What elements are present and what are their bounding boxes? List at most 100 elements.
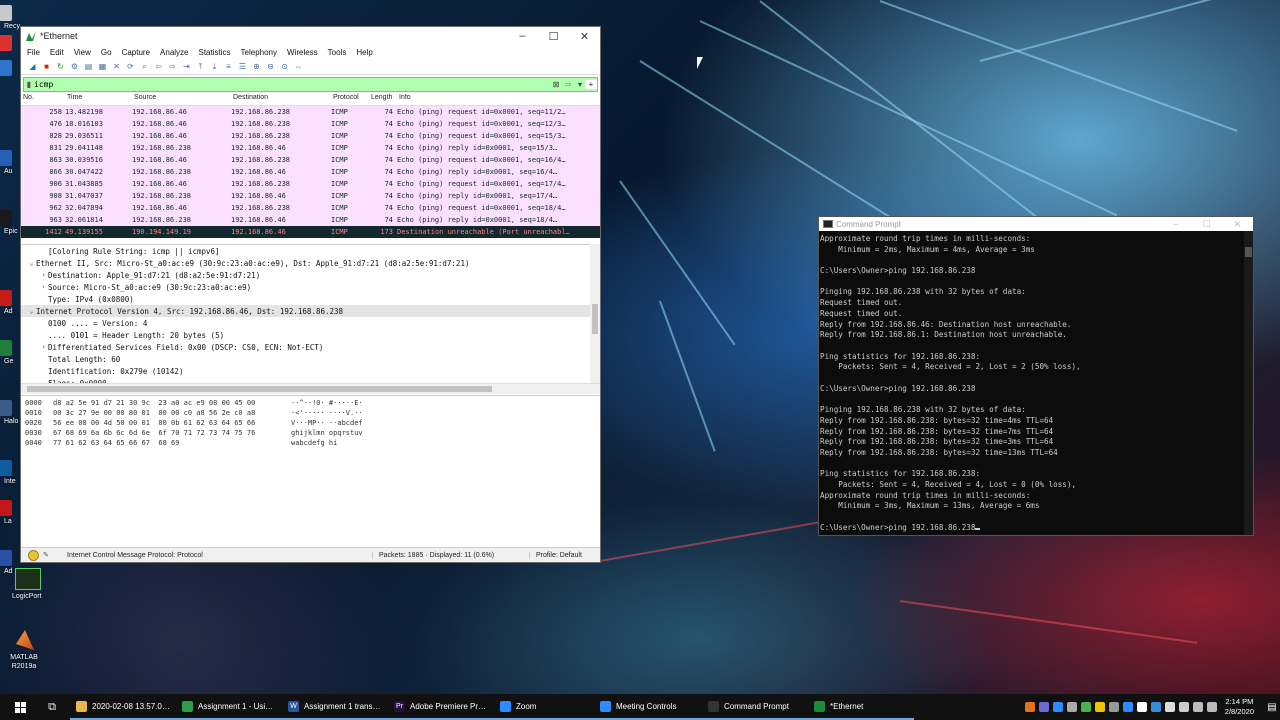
go-back-icon[interactable]: ⇦ [153,61,164,72]
menu-telephony[interactable]: Telephony [241,48,277,57]
col-time[interactable]: Time [67,94,134,105]
detail-tree-item[interactable]: › Differentiated Services Field: 0x00 (DS… [21,341,600,353]
clear-filter-icon[interactable]: ⊠ [551,80,561,89]
taskbar-app-button[interactable]: 2020-02-08 13.57.0… [70,694,176,720]
detail-tree-item[interactable]: Type: IPv4 (0x0800) [21,293,600,305]
detail-tree-item[interactable]: ⌄ Ethernet II, Src: Micro-St_a0:ac:e9 (30… [21,257,600,269]
colorize-icon[interactable]: ☰ [237,61,248,72]
collapsed-chevron-icon[interactable]: › [39,343,48,351]
tray-app-icon[interactable] [1108,702,1119,712]
hex-dump-line[interactable]: 0000 d8 a2 5e 91 d7 21 30 9c 23 a0 ac e9 … [21,399,600,409]
tray-app-icon[interactable] [1038,702,1049,712]
tray-app-icon[interactable] [1024,702,1035,712]
packet-row[interactable]: 476 18.016103 192.168.86.46 192.168.86.238 I… [21,118,600,130]
packet-row[interactable]: 831 29.041148 192.168.86.238 192.168.86.46 I… [21,142,600,154]
taskbar-app-button[interactable]: Assignment 1 - Usi… [176,694,282,720]
maximize-button[interactable]: ☐ [1191,219,1222,230]
packet-row-selected[interactable]: 1412 49.139155 190.194.149.19 192.168.86.46… [21,226,600,238]
detail-tree-item[interactable]: › Destination: Apple_91:d7:21 (d8:a2:5e:9… [21,269,600,281]
packet-row[interactable]: 828 29.036511 192.168.86.46 192.168.86.238 I… [21,130,600,142]
detail-tree-item[interactable]: [Coloring Rule String: icmp || icmpv6] [21,245,600,257]
cmd-output[interactable]: Approximate round trip times in milli-se… [819,231,1253,534]
packet-row[interactable]: 962 32.047894 192.168.86.46 192.168.86.238 I… [21,202,600,214]
tray-app-icon[interactable] [1122,702,1133,712]
taskbar-app-button[interactable]: Command Prompt [702,694,808,720]
wireshark-window[interactable]: *Ethernet – ☐ ✕ File Edit View Go Capture Ana… [20,26,601,563]
details-horizontal-scrollbar[interactable] [21,383,600,394]
first-packet-icon[interactable]: ⤒ [195,61,206,72]
network-icon[interactable] [1192,702,1203,712]
volume-icon[interactable] [1206,702,1217,712]
packet-row[interactable]: 963 32.061814 192.168.86.238 192.168.86.46 I… [21,214,600,226]
collapsed-chevron-icon[interactable]: › [39,271,48,279]
find-packet-icon[interactable]: ⌕ [139,61,150,72]
close-button[interactable]: ✕ [1222,219,1253,230]
stop-capture-icon[interactable]: ■ [41,61,52,72]
taskbar-app-button[interactable]: *Ethernet [808,694,914,720]
desktop-shortcut-icon[interactable] [0,5,12,21]
bookmark-icon[interactable]: ▮ [24,80,34,89]
taskbar-app-button[interactable]: W Assignment 1 trans… [282,694,388,720]
normal-size-icon[interactable]: ⊙ [279,61,290,72]
detail-tree-item[interactable]: Total Length: 60 [21,353,600,365]
minimize-button[interactable]: – [507,30,538,43]
open-file-icon[interactable]: ▤ [83,61,94,72]
matlab-desktop-icon[interactable]: MATLAB R2019a [8,630,42,680]
restart-capture-icon[interactable]: ↻ [55,61,66,72]
save-file-icon[interactable]: ▦ [97,61,108,72]
hex-dump-line[interactable]: 0030 67 68 69 6a 6b 6c 6d 6e 6f 70 71 72 … [21,429,600,439]
col-destination[interactable]: Destination [233,94,333,105]
col-info[interactable]: Info [399,94,600,105]
tray-app-icon[interactable] [1150,702,1161,712]
command-prompt-window[interactable]: Command Prompt – ☐ ✕ Approximate round t… [818,216,1254,536]
menu-help[interactable]: Help [356,48,372,57]
menu-go[interactable]: Go [101,48,112,57]
taskbar-app-button[interactable]: Meeting Controls [594,694,702,720]
go-forward-icon[interactable]: ⇨ [167,61,178,72]
capture-options-icon[interactable]: ⚙ [69,61,80,72]
close-button[interactable]: ✕ [569,30,600,43]
tray-app-icon[interactable] [1052,702,1063,712]
collapsed-chevron-icon[interactable]: › [39,283,48,291]
col-length[interactable]: Length [371,94,399,105]
desktop-shortcut-icon[interactable] [0,500,12,516]
minimize-button[interactable]: – [1160,219,1191,230]
task-view-button[interactable]: ⧉ [40,694,64,720]
desktop-shortcut-icon[interactable] [0,550,12,566]
packet-row[interactable]: 258 13.482198 192.168.86.46 192.168.86.238 I… [21,106,600,118]
menu-analyze[interactable]: Analyze [160,48,188,57]
display-filter-input[interactable]: icmp [34,80,551,89]
add-filter-button-icon[interactable]: + [585,80,597,89]
wireshark-titlebar[interactable]: *Ethernet – ☐ ✕ [21,27,600,45]
expert-info-icon[interactable] [28,549,39,561]
menu-edit[interactable]: Edit [50,48,64,57]
menu-tools[interactable]: Tools [328,48,347,57]
status-profile[interactable]: Profile: Default [529,551,600,559]
autoscroll-icon[interactable]: ≡ [223,61,234,72]
tray-app-icon[interactable] [1066,702,1077,712]
detail-tree-item[interactable]: .... 0101 = Header Length: 20 bytes (5) [21,329,600,341]
expanded-chevron-icon[interactable]: ⌄ [27,259,36,267]
hex-dump-line[interactable]: 0020 56 ee 08 00 4d 50 00 01 00 0b 61 62 … [21,419,600,429]
start-button[interactable] [0,694,40,720]
start-capture-icon[interactable]: ◢ [27,61,38,72]
detail-tree-item[interactable]: 0100 .... = Version: 4 [21,317,600,329]
desktop-shortcut-icon[interactable] [0,60,12,76]
maximize-button[interactable]: ☐ [538,30,569,43]
logicport-desktop-icon[interactable]: LogicPort [12,568,42,608]
menu-capture[interactable]: Capture [122,48,150,57]
tray-app-icon[interactable] [1164,702,1175,712]
cmd-titlebar[interactable]: Command Prompt – ☐ ✕ [819,217,1253,231]
zoom-out-icon[interactable]: ⊖ [265,61,276,72]
menu-statistics[interactable]: Statistics [199,48,231,57]
apply-filter-icon[interactable]: ⇒ [561,80,575,89]
notifications-icon[interactable]: ▤ [1264,702,1280,713]
packet-row[interactable]: 863 30.039516 192.168.86.46 192.168.86.238 I… [21,154,600,166]
desktop-shortcut-icon[interactable] [0,400,12,416]
desktop-shortcut-icon[interactable] [0,290,12,306]
col-no[interactable]: No. [21,94,67,105]
desktop-shortcut-icon[interactable] [0,460,12,476]
recent-filters-icon[interactable]: ▾ [575,80,585,89]
taskbar-app-button[interactable]: Pr Adobe Premiere Pr… [388,694,494,720]
tray-app-icon[interactable] [1136,702,1147,712]
